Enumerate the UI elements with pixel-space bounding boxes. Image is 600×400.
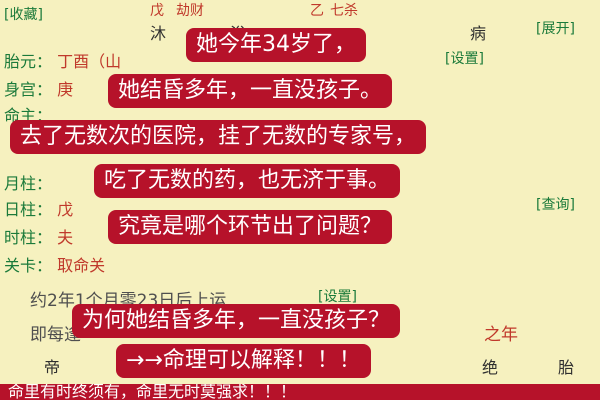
bottom-char-tai: 胎 — [558, 358, 575, 377]
caption-line-4: 吃了无数的药，也无济于事。 — [94, 164, 401, 198]
expand-link[interactable]: [展开] — [536, 18, 575, 38]
caption-line-8: 命里有时终须有，命里无时莫强求！！！ — [0, 384, 600, 400]
luck-set-link[interactable]: [设置] — [318, 286, 357, 306]
caption-line-6: 为何她结昏多年，一直没孩子？ — [72, 304, 401, 338]
taiyuan-label: 胎元： — [4, 52, 53, 71]
top-row-char-1: 戊 — [150, 3, 164, 19]
taiyuan-row: 胎元： 丁酉（山 — [4, 48, 121, 72]
top-row-char-2: 劫财 — [176, 3, 204, 19]
bg-char-mu: 沐 — [150, 24, 167, 43]
taiyuan-set-link[interactable]: [设置] — [445, 48, 484, 68]
favorite-link[interactable]: [收藏] — [4, 4, 43, 24]
luck-cycle-tail: 之年 — [484, 325, 518, 345]
caption-line-2: 她结昏多年，一直没孩子。 — [108, 74, 393, 108]
bottom-char-jue: 绝 — [482, 358, 499, 377]
query-link[interactable]: [查询] — [536, 194, 575, 214]
caption-line-1: 她今年34岁了， — [186, 28, 366, 62]
top-row-char-3: 乙 — [310, 3, 324, 19]
rizhu-row: 日柱： 戊 — [4, 200, 74, 219]
guanka-row: 关卡： 取命关 — [4, 256, 106, 275]
taiyuan-value: 丁酉（山 — [57, 52, 122, 71]
caption-line-5: 究竟是哪个环节出了问题？ — [108, 210, 393, 244]
shengong-row: 身宫： 庚 — [4, 80, 74, 99]
shizhu-row: 时柱： 夫 — [4, 228, 74, 247]
caption-line-7: →→命理可以解释！！！ — [116, 344, 371, 378]
bottom-char-di: 帝 — [44, 358, 61, 377]
yuezhu-row: 月柱： — [4, 174, 53, 193]
top-row-char-4: 七杀 — [330, 3, 358, 19]
caption-line-3: 去了无数次的医院，挂了无数的专家号， — [10, 120, 427, 154]
bg-char-bing: 病 — [470, 24, 487, 43]
